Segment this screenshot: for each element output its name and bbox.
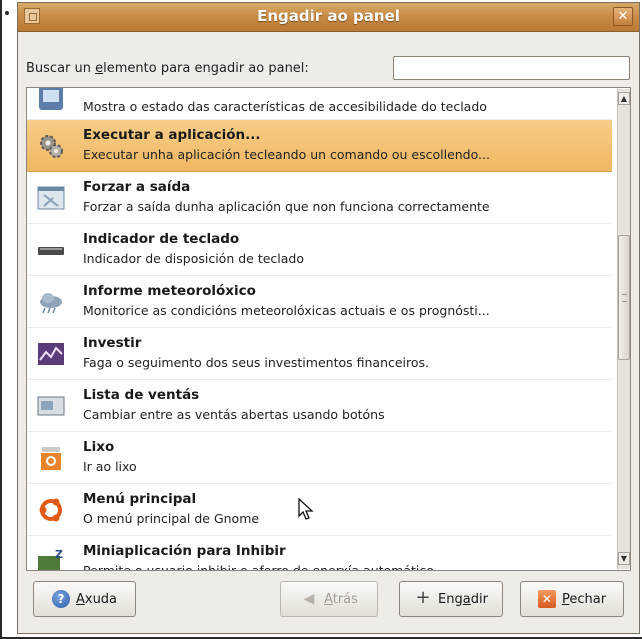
applet-list: Mostra o estado das características de a… — [26, 87, 631, 571]
list-item-name: Investir — [83, 335, 142, 351]
help-icon: ? — [51, 590, 70, 608]
scroll-up-icon[interactable]: ▲ — [618, 92, 630, 105]
ubuntu-logo-icon — [37, 496, 65, 524]
vertical-scrollbar[interactable]: ▲ ▼ — [617, 89, 630, 569]
list-item[interactable]: Forzar a saída Forzar a saída dunha aplic… — [27, 172, 612, 224]
arrow-left-icon: ◀ — [303, 591, 315, 607]
svg-text:Z: Z — [55, 548, 63, 561]
applet-list-items: Mostra o estado das características de a… — [27, 88, 612, 571]
list-item[interactable]: Z Miniaplicación para Inhibir Permite o us… — [27, 536, 612, 571]
list-item[interactable]: Lixo Ir ao lixo — [27, 432, 612, 484]
list-item[interactable]: Executar a aplicación... Executar unha ap… — [27, 120, 612, 172]
list-item[interactable]: Lista de ventás Cambiar entre as ventás a… — [27, 380, 612, 432]
trash-icon — [37, 444, 65, 472]
list-item-name: Lixo — [83, 439, 115, 455]
list-item-name: Lista de ventás — [83, 387, 200, 403]
close-icon: ✕ — [537, 590, 556, 608]
list-item-description: Permite o usuario inhibir o aforro de en… — [83, 563, 434, 571]
accessibility-keyboard-icon — [37, 88, 65, 112]
help-button-label: Axuda — [75, 591, 118, 607]
list-item-description: Faga o seguimento dos seus investimentos… — [83, 355, 430, 370]
run-application-gears-icon — [37, 132, 65, 160]
force-quit-icon — [37, 184, 65, 212]
help-button[interactable]: ? Axuda — [33, 581, 136, 617]
list-item-name: Forzar a saída — [83, 179, 191, 195]
list-item-name: Executar a aplicación... — [83, 127, 261, 143]
add-to-panel-dialog: Engadir ao panel ✕ Buscar un elemento pa… — [17, 2, 640, 634]
plus-icon: + — [415, 587, 431, 608]
list-item-description: Forzar a saída dunha aplicación que non … — [83, 199, 490, 214]
list-item-description: Cambiar entre as ventás abertas usando b… — [83, 407, 385, 422]
add-button-label: Engadir — [438, 591, 488, 607]
list-item-description: Indicador de disposición de teclado — [83, 251, 304, 266]
back-button[interactable]: ◀ Atrás — [280, 581, 378, 617]
keyboard-icon — [37, 236, 65, 264]
list-item-name: Informe meteorolóxico — [83, 283, 256, 299]
screenshot-frame-left — [0, 0, 2, 639]
window-title: Engadir ao panel — [257, 7, 400, 25]
inhibit-applet-icon: Z — [37, 548, 65, 570]
titlebar[interactable]: Engadir ao panel ✕ — [18, 3, 639, 32]
list-item[interactable]: Menú principal O menú principal de Gnome — [27, 484, 612, 536]
list-item-name: Miniaplicación para Inhibir — [83, 543, 286, 559]
list-item-description: Mostra o estado das características de a… — [83, 99, 487, 114]
search-input[interactable] — [393, 56, 630, 80]
scroll-thumb[interactable] — [618, 235, 630, 360]
scroll-down-icon[interactable]: ▼ — [618, 552, 630, 565]
mouse-cursor-icon — [298, 498, 314, 520]
search-row: Buscar un elemento para engadir ao panel… — [26, 56, 630, 82]
back-button-label: Atrás — [324, 591, 358, 607]
close-button[interactable]: ✕ Pechar — [520, 581, 624, 617]
frame-dot — [5, 11, 9, 15]
close-button-label: Pechar — [561, 591, 607, 607]
list-item-description: Executar unha aplicación tecleando un co… — [83, 147, 490, 162]
list-item-description: Ir ao lixo — [83, 459, 137, 474]
add-button[interactable]: + Engadir — [399, 581, 503, 617]
list-item-name: Menú principal — [83, 491, 197, 507]
weather-cloud-icon — [37, 288, 65, 316]
thumb-grip-icon — [622, 294, 627, 302]
window-list-icon — [37, 392, 65, 420]
list-item-description: Monitorice as condicións meteorolóxicas … — [83, 303, 490, 318]
list-item[interactable]: Indicador de teclado Indicador de disposi… — [27, 224, 612, 276]
search-label: Buscar un elemento para engadir ao panel… — [26, 61, 309, 76]
list-item-name: Indicador de teclado — [83, 231, 240, 247]
window-close-button[interactable]: ✕ — [613, 7, 633, 26]
list-item[interactable]: Mostra o estado das características de a… — [27, 88, 612, 120]
list-item[interactable]: Informe meteorolóxico Monitorice as condi… — [27, 276, 612, 328]
stock-chart-icon — [37, 340, 65, 368]
list-item-description: O menú principal de Gnome — [83, 511, 260, 526]
list-item[interactable]: Investir Faga o seguimento dos seus inves… — [27, 328, 612, 380]
